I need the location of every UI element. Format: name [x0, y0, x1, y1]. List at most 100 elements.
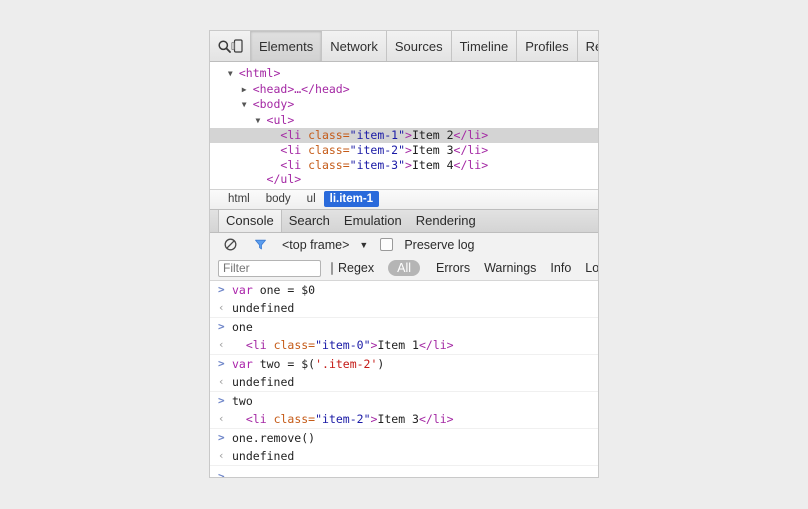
tab-resources-label: Resou — [585, 38, 598, 54]
console-input-arrow-icon: > — [218, 282, 225, 296]
console-token-plain: one — [232, 319, 253, 334]
level-filter-info[interactable]: Info — [550, 261, 571, 275]
execution-context-selector[interactable]: <top frame> — [282, 238, 349, 252]
dom-tree-row[interactable]: <li class="item-3">Item 4</li> — [210, 158, 598, 173]
dom-token-val: "item-1" — [349, 128, 406, 143]
clear-console-icon[interactable] — [218, 234, 242, 256]
console-output[interactable]: > var one = $0 ‹ undefined > one ‹ <li class="… — [210, 280, 598, 477]
tab-network[interactable]: Network — [322, 31, 387, 61]
breadcrumb-item-body[interactable]: body — [258, 192, 299, 206]
console-token-attr: class= — [273, 411, 316, 426]
dom-row-indent — [214, 143, 269, 157]
dom-tree-row[interactable]: ▼ <ul> — [210, 113, 598, 129]
dom-token-tag: </li> — [453, 142, 489, 157]
device-toggle-icon[interactable] — [231, 35, 244, 57]
dom-token-attr: class= — [308, 142, 350, 157]
search-icon[interactable] — [218, 35, 231, 57]
dom-token-tag: > — [405, 142, 412, 157]
console-line-text: undefined — [232, 449, 294, 463]
tab-sources-label: Sources — [394, 38, 443, 54]
breadcrumb-item-ul[interactable]: ul — [299, 192, 324, 206]
dom-row-indent — [214, 172, 256, 186]
dom-token-tag: <ul> — [266, 112, 295, 127]
console-token-val: "item-2" — [315, 411, 371, 426]
console-output-arrow-icon: ‹ — [218, 411, 225, 425]
disclosure-open-icon[interactable]: ▼ — [228, 67, 239, 82]
drawer-tab-emulation-label: Emulation — [343, 213, 402, 229]
console-token-plain — [232, 338, 246, 352]
drawer-tab-search[interactable]: Search — [282, 210, 337, 232]
dom-tree[interactable]: ▼ <html> ▶ <head>…</head> ▼ <body> ▼ <ul> <l… — [210, 62, 598, 189]
dom-tree-row[interactable]: <li class="item-1">Item 2</li> — [210, 128, 598, 143]
console-input-arrow-icon: > — [218, 319, 225, 333]
dom-token-tag: </li> — [453, 128, 489, 143]
tab-profiles[interactable]: Profiles — [517, 31, 578, 61]
breadcrumb-item-html[interactable]: html — [220, 192, 258, 206]
console-input-line: > var one = $0 — [210, 281, 598, 299]
level-filter-warnings[interactable]: Warnings — [484, 261, 536, 275]
level-filter-logs[interactable]: Lo — [585, 261, 598, 275]
dom-row-indent — [214, 113, 256, 127]
dom-token-tag: </ul> — [266, 172, 302, 187]
console-token-str: '.item-2' — [315, 356, 378, 371]
drawer-tab-emulation[interactable]: Emulation — [337, 210, 409, 232]
dom-tree-row[interactable]: <li class="item-2">Item 3</li> — [210, 143, 598, 158]
level-filter-all[interactable]: All — [388, 260, 421, 277]
dom-token-tag: <li — [280, 142, 309, 157]
drawer-tab-console[interactable]: Console — [218, 209, 282, 232]
dom-token-attr: class= — [308, 128, 350, 143]
console-line-text: undefined — [232, 301, 294, 315]
disclosure-open-icon[interactable]: ▼ — [256, 114, 267, 129]
dom-row-indent — [214, 128, 269, 142]
disclosure-closed-icon[interactable]: ▶ — [242, 83, 253, 98]
console-token-tag: </li> — [418, 337, 454, 352]
dom-token-tag: <body> — [252, 97, 295, 112]
preserve-log-label: Preserve log — [404, 237, 475, 252]
console-token-txt: Item 3 — [377, 411, 419, 426]
disclosure-open-icon[interactable]: ▼ — [242, 98, 253, 113]
console-line-text: undefined — [232, 375, 294, 389]
tab-network-label: Network — [330, 38, 378, 54]
console-filter-bar: Regex All Errors Warnings Info Lo — [210, 256, 598, 281]
dom-tree-row[interactable]: ▼ <html> — [210, 66, 598, 82]
level-filter-errors[interactable]: Errors — [436, 261, 470, 275]
dom-token-txt: Item 3 — [411, 142, 454, 157]
dom-tree-row[interactable]: ▼ <body> — [210, 97, 598, 113]
console-toolbar: <top frame> ▼ Preserve log — [210, 232, 598, 257]
tab-timeline-label: Timeline — [459, 38, 509, 54]
console-token-txt: Item 1 — [377, 337, 419, 352]
console-token-attr: class= — [273, 337, 316, 352]
regex-checkbox[interactable] — [331, 261, 333, 275]
console-input-arrow-icon: > — [218, 430, 225, 444]
dom-row-indent — [214, 97, 242, 111]
console-line-text: var two = $('.item-2') — [232, 357, 384, 371]
tab-elements[interactable]: Elements — [250, 31, 323, 61]
console-token-plain: ) — [377, 356, 385, 371]
tab-sources[interactable]: Sources — [387, 31, 452, 61]
tab-resources[interactable]: Resou — [578, 31, 598, 61]
dom-token-tag: <head>…</head> — [252, 81, 350, 96]
console-output-arrow-icon: ‹ — [218, 448, 225, 462]
preserve-log-checkbox[interactable] — [380, 238, 394, 252]
console-output-line: ‹ <li class="item-0">Item 1</li> — [210, 336, 598, 354]
dom-tree-row[interactable]: </ul> — [210, 172, 598, 187]
drawer-tab-console-label: Console — [226, 213, 274, 229]
devtools-window: Elements Network Sources Timeline Profil… — [209, 30, 599, 478]
dom-token-attr: class= — [308, 157, 350, 172]
filter-input[interactable] — [218, 259, 321, 277]
drawer-tab-rendering[interactable]: Rendering — [409, 210, 483, 232]
filter-funnel-icon[interactable] — [248, 234, 272, 256]
console-output-arrow-icon: ‹ — [218, 337, 225, 351]
tab-timeline[interactable]: Timeline — [452, 31, 518, 61]
breadcrumb-item-li-item-1[interactable]: li.item-1 — [323, 191, 380, 208]
console-prompt[interactable]: > — [210, 464, 598, 477]
chevron-down-icon[interactable]: ▼ — [359, 240, 368, 250]
dom-tree-row[interactable]: ▶ <head>…</head> — [210, 82, 598, 98]
console-output-line: ‹ undefined — [210, 447, 598, 465]
console-input-line: > one.remove() — [210, 427, 598, 447]
tab-elements-label: Elements — [259, 38, 314, 54]
console-line-text: var one = $0 — [232, 283, 315, 297]
console-token-val: "item-0" — [315, 337, 371, 352]
dom-token-val: "item-2" — [349, 142, 406, 157]
dom-token-tag: <html> — [238, 66, 281, 80]
